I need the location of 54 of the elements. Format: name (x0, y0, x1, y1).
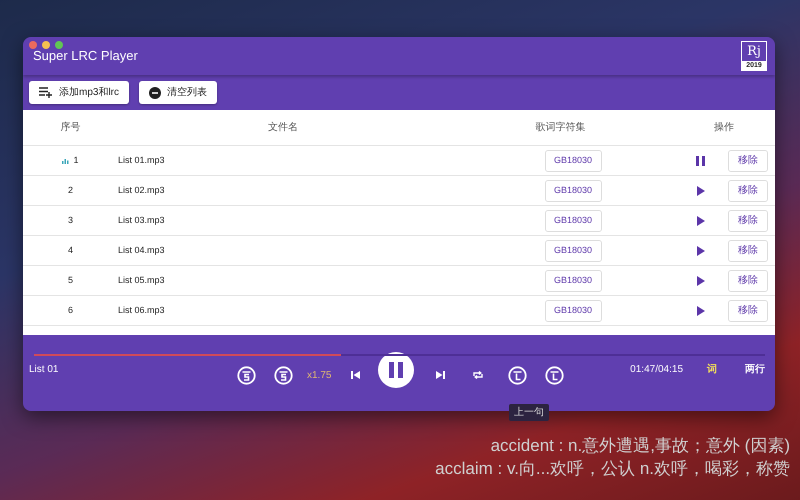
charset-button[interactable]: GB18030 (544, 210, 602, 232)
remove-button[interactable]: 移除 (728, 300, 768, 322)
charset-button[interactable]: GB18030 (544, 150, 602, 172)
charset-button[interactable]: GB18030 (544, 240, 602, 262)
row-number: 4 (68, 244, 73, 257)
pause-button[interactable] (694, 154, 708, 168)
track-title: List 01 (29, 362, 60, 376)
next-icon[interactable] (436, 371, 446, 379)
pause-icon (389, 362, 404, 378)
file-name: List 06.mp3 (118, 304, 166, 317)
file-name: List 03.mp3 (118, 214, 166, 227)
row-number: 6 (68, 304, 73, 317)
next-line-icon[interactable] (545, 366, 564, 384)
pause-button[interactable] (378, 352, 414, 388)
charset-button[interactable]: GB18030 (544, 300, 602, 322)
column-header: 序号 (60, 120, 82, 135)
row-number: 5 (68, 274, 73, 287)
charset-button[interactable]: GB18030 (544, 180, 602, 202)
file-name: List 05.mp3 (118, 274, 166, 287)
remove-button[interactable]: 移除 (728, 270, 768, 292)
slow-down-icon[interactable] (237, 366, 256, 384)
remove-button[interactable]: 移除 (728, 150, 768, 172)
repeat-icon[interactable] (473, 371, 484, 379)
remove-button[interactable]: 移除 (728, 180, 768, 202)
add-files-button[interactable]: 添加mp3和lrc (29, 81, 130, 104)
previous-icon[interactable] (351, 371, 360, 379)
previous-line-icon[interactable] (508, 366, 528, 384)
playback-speed: x1.75 (307, 368, 332, 382)
file-name: List 02.mp3 (118, 184, 166, 197)
lyrics-toggle[interactable]: 词 (707, 362, 717, 376)
file-name: List 01.mp3 (118, 154, 166, 167)
minus-circle-icon (149, 86, 162, 98)
minimize-button[interactable] (42, 41, 50, 49)
lyric-line: accident : n.意外遭遇,事故；意外 (因素) (490, 435, 790, 457)
column-header: 操作 (713, 121, 735, 135)
column-header: 歌词字符集 (534, 120, 586, 135)
row-number: 3 (68, 214, 73, 227)
playback-time: 01:47/04:15 (630, 362, 683, 376)
tooltip: 上一句 (509, 404, 549, 421)
remove-button[interactable]: 移除 (728, 240, 768, 262)
logo-letters: Rj (747, 43, 761, 61)
column-header: 文件名 (267, 120, 299, 135)
add-list-icon (39, 87, 53, 98)
two-lines-toggle[interactable]: 两行 (745, 362, 765, 376)
clear-list-button[interactable]: 清空列表 (139, 81, 218, 104)
row-number: 1 (73, 154, 78, 167)
speed-up-icon[interactable] (274, 366, 293, 384)
file-name: List 04.mp3 (118, 244, 166, 257)
row-number: 2 (68, 184, 73, 197)
remove-button[interactable]: 移除 (728, 210, 768, 232)
window-title: Super LRC Player (33, 49, 138, 63)
charset-button[interactable]: GB18030 (544, 270, 602, 292)
lyric-line: acclaim : v.向...欢呼，公认 n.欢呼，喝彩，称赞 (435, 458, 790, 480)
zoom-button[interactable] (55, 41, 63, 49)
